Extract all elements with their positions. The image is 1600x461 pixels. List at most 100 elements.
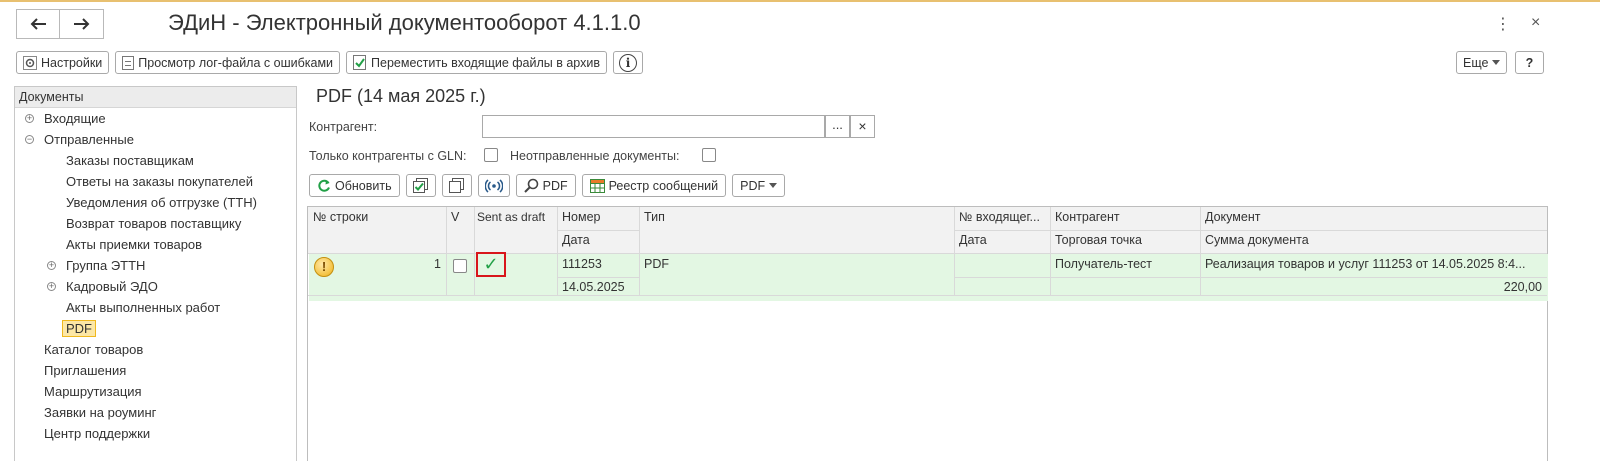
sidebar-item-work-acts[interactable]: Акты выполненных работ [15, 297, 296, 318]
uncheck-all-button[interactable] [441, 174, 472, 197]
magnifier-icon [523, 178, 538, 193]
sidebar-item-label: Приглашения [44, 363, 127, 378]
row-doc-number[interactable]: 111253 [557, 254, 639, 277]
navigation-buttons [16, 9, 104, 39]
more-actions-label: Еще [1463, 55, 1489, 70]
view-pdf-button[interactable]: PDF [515, 174, 576, 197]
header-counterparty[interactable]: Контрагент [1050, 207, 1200, 230]
counterparty-input[interactable] [482, 115, 825, 138]
header-date[interactable]: Дата [557, 230, 639, 253]
page-title: PDF (14 мая 2025 г.) [316, 86, 486, 106]
row-doc-date[interactable]: 14.05.2025 [557, 277, 639, 300]
document-check-icon [353, 55, 367, 70]
sidebar-item-label: Заявки на роуминг [44, 405, 157, 420]
expand-icon[interactable]: + [47, 261, 56, 270]
documents-table: № строки V Sent as draft Номер Дата Тип … [307, 206, 1548, 461]
sidebar-item-ettn-group[interactable]: + Группа ЭТТН [15, 255, 296, 276]
forward-button[interactable] [60, 9, 104, 39]
only-gln-checkbox[interactable] [484, 148, 498, 162]
refresh-icon [318, 179, 330, 192]
row-trade-point[interactable] [1050, 277, 1200, 300]
refresh-button[interactable]: Обновить [309, 174, 400, 197]
header-row-number[interactable]: № строки [308, 207, 446, 230]
sidebar-item-label: Акты приемки товаров [66, 237, 203, 252]
row-counterparty[interactable]: Получатель-тест [1050, 254, 1200, 277]
row-document-sum[interactable]: 220,00 [1200, 277, 1547, 300]
sidebar-item-sent[interactable]: − Отправленные [15, 129, 296, 150]
sidebar-item-pdf[interactable]: PDF [15, 318, 296, 339]
row-select-checkbox[interactable] [453, 259, 467, 273]
settings-button[interactable]: Настройки [16, 51, 110, 74]
arrow-right-icon [73, 18, 89, 30]
header-document-sum[interactable]: Сумма документа [1200, 230, 1547, 253]
header-trade-point[interactable]: Торговая точка [1050, 230, 1200, 253]
header-incoming-date[interactable]: Дата [954, 230, 1050, 253]
check-icon[interactable]: ✓ [483, 254, 498, 275]
move-to-archive-button[interactable]: Переместить входящие файлы в архив [346, 51, 607, 74]
sidebar-item-label: Ответы на заказы покупателей [66, 174, 253, 189]
sidebar-item-roaming[interactable]: Заявки на роуминг [15, 402, 296, 423]
header-document[interactable]: Документ [1200, 207, 1547, 230]
row-incoming-number[interactable] [954, 254, 1050, 277]
check-all-button[interactable] [405, 174, 436, 197]
sidebar-item-label: Возврат товаров поставщику [66, 216, 242, 231]
row-document[interactable]: Реализация товаров и услуг 111253 от 14.… [1200, 254, 1547, 277]
sidebar: Документы + Входящие − Отправленные Зака… [14, 86, 297, 461]
sidebar-item-supplier-orders[interactable]: Заказы поставщикам [15, 150, 296, 171]
sidebar-item-acceptance-acts[interactable]: Акты приемки товаров [15, 234, 296, 255]
row-incoming-date[interactable] [954, 277, 1050, 300]
unsent-docs-checkbox[interactable] [702, 148, 716, 162]
sidebar-item-label: Каталог товаров [44, 342, 144, 357]
sidebar-item-incoming[interactable]: + Входящие [15, 108, 296, 129]
counterparty-clear-button[interactable]: × [850, 115, 875, 138]
refresh-label: Обновить [335, 178, 392, 193]
info-button[interactable]: i [613, 51, 643, 74]
close-button[interactable]: × [1531, 14, 1540, 32]
pdf-menu-button[interactable]: PDF [732, 174, 786, 197]
counterparty-select-button[interactable]: ... [825, 115, 850, 138]
sidebar-item-label: Акты выполненных работ [66, 300, 221, 315]
sidebar-item-label: Уведомления об отгрузке (ТТН) [66, 195, 257, 210]
settings-label: Настройки [41, 55, 103, 70]
sidebar-item-invitations[interactable]: Приглашения [15, 360, 296, 381]
list-toolbar: Обновить PDF Реестр сообщений PDF [309, 174, 786, 197]
help-group: ? [1515, 51, 1544, 74]
sidebar-item-label: Маршрутизация [44, 384, 142, 399]
warning-icon: ! [314, 257, 334, 277]
sidebar-item-catalog[interactable]: Каталог товаров [15, 339, 296, 360]
uncheck-all-icon [448, 178, 464, 193]
sidebar-item-label: Отправленные [44, 132, 134, 147]
expand-icon[interactable]: + [47, 282, 56, 291]
sidebar-item-order-responses[interactable]: Ответы на заказы покупателей [15, 171, 296, 192]
more-menu-button[interactable]: ⋮ [1495, 14, 1511, 34]
sidebar-item-label: Группа ЭТТН [66, 258, 146, 273]
window-title: ЭДиН - Электронный документооборот 4.1.1… [168, 10, 641, 35]
send-button[interactable] [477, 174, 510, 197]
row-number[interactable]: 1 [408, 254, 446, 277]
sidebar-item-shipment-notices[interactable]: Уведомления об отгрузке (ТТН) [15, 192, 296, 213]
message-registry-label: Реестр сообщений [608, 178, 719, 193]
message-registry-button[interactable]: Реестр сообщений [581, 174, 727, 197]
chevron-down-icon [769, 182, 778, 188]
header-number[interactable]: Номер [557, 207, 639, 230]
header-incoming-number[interactable]: № входящег... [954, 207, 1050, 230]
sidebar-item-hr-edo[interactable]: + Кадровый ЭДО [15, 276, 296, 297]
gear-icon [23, 55, 37, 70]
table-icon [589, 178, 605, 193]
more-actions-button[interactable]: Еще [1456, 51, 1508, 74]
header-sent-as-draft[interactable]: Sent as draft [474, 207, 557, 230]
sent-as-draft-highlight: ✓ [476, 252, 506, 277]
sidebar-item-support[interactable]: Центр поддержки [15, 423, 296, 444]
sidebar-item-returns[interactable]: Возврат товаров поставщику [15, 213, 296, 234]
arrow-left-icon [30, 18, 46, 30]
help-button[interactable]: ? [1515, 51, 1544, 74]
header-v[interactable]: V [446, 207, 474, 230]
expand-icon[interactable]: + [25, 114, 34, 123]
sidebar-item-routing[interactable]: Маршрутизация [15, 381, 296, 402]
back-button[interactable] [16, 9, 60, 39]
row-type[interactable]: PDF [639, 254, 954, 277]
sidebar-item-label: Входящие [44, 111, 106, 126]
view-log-button[interactable]: Просмотр лог-файла с ошибками [115, 51, 341, 74]
collapse-icon[interactable]: − [25, 135, 34, 144]
header-type[interactable]: Тип [639, 207, 954, 230]
